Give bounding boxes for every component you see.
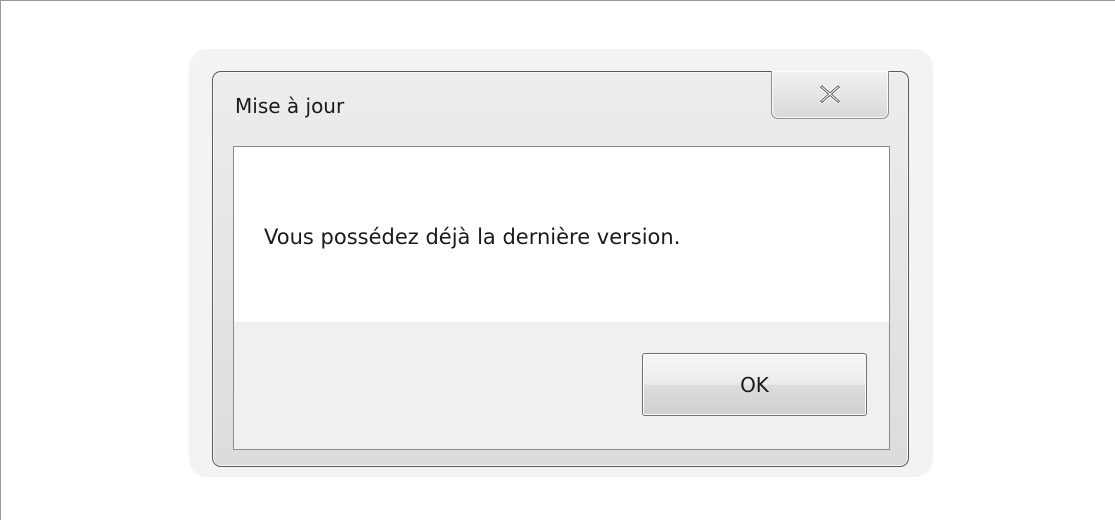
dialog-titlebar[interactable]: Mise à jour: [213, 71, 908, 146]
ok-button-label: OK: [740, 372, 769, 397]
dialog-title: Mise à jour: [235, 94, 345, 118]
update-dialog: Mise à jour Vous possédez déjà la derniè…: [212, 71, 909, 467]
ok-button[interactable]: OK: [642, 353, 867, 416]
close-icon: [820, 84, 840, 103]
close-button[interactable]: [771, 71, 889, 119]
screen-canvas: Mise à jour Vous possédez déjà la derniè…: [0, 0, 1115, 520]
dialog-client-area: Vous possédez déjà la dernière version. …: [233, 146, 890, 450]
button-panel: OK: [234, 322, 889, 449]
dialog-message: Vous possédez déjà la dernière version.: [264, 225, 681, 249]
message-panel: Vous possédez déjà la dernière version.: [234, 147, 889, 322]
